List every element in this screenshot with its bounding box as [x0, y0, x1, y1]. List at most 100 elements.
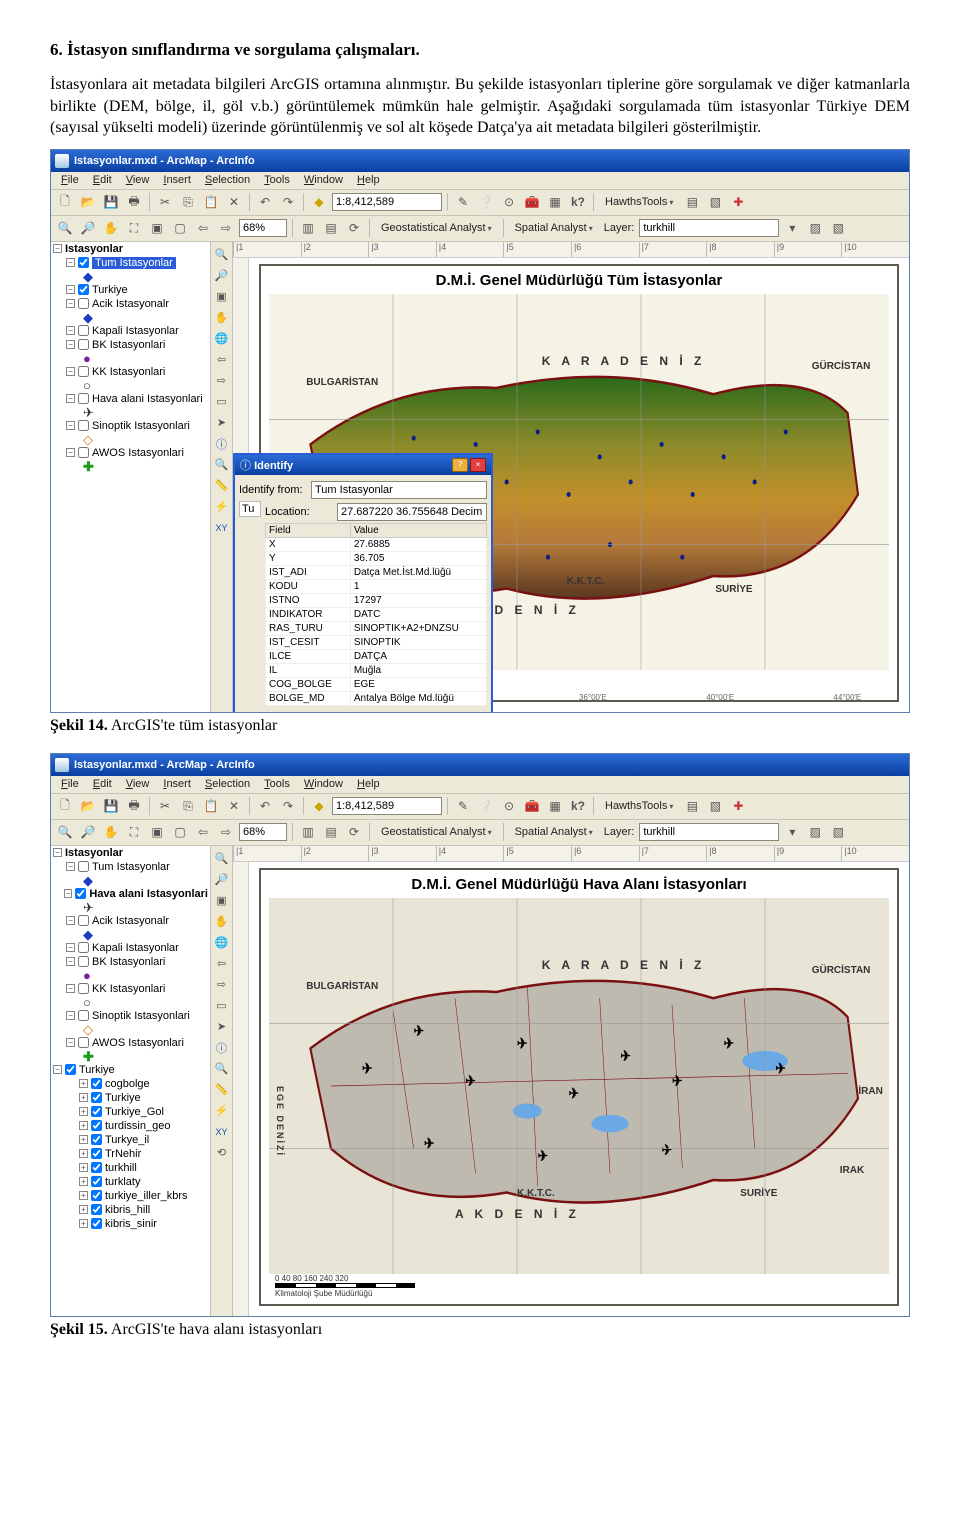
- toc-checkbox[interactable]: [78, 284, 89, 295]
- toc-sublayer[interactable]: kibris_sinir: [105, 1218, 157, 1230]
- menu-tools[interactable]: Tools: [258, 173, 296, 187]
- toc-checkbox[interactable]: [78, 298, 89, 309]
- paste-icon[interactable]: 📋: [201, 192, 221, 212]
- layer-arrow-icon[interactable]: ▾: [782, 822, 802, 842]
- prev-extent-icon[interactable]: ⇦: [193, 218, 213, 238]
- menubar[interactable]: FileEditViewInsertSelectionToolsWindowHe…: [51, 776, 909, 794]
- full-extent-tool-icon[interactable]: 🌐: [213, 934, 231, 952]
- rotate-tool-icon[interactable]: ⟲: [213, 1144, 231, 1162]
- spatial-menu[interactable]: Spatial Analyst: [509, 823, 599, 841]
- menu-help[interactable]: Help: [351, 777, 386, 791]
- geostat-menu[interactable]: Geostatistical Analyst: [375, 219, 498, 237]
- toolbox-icon[interactable]: 🧰: [522, 192, 542, 212]
- new-doc-icon[interactable]: 🗋: [55, 796, 75, 816]
- toc-checkbox[interactable]: [78, 420, 89, 431]
- zoom-out-tool-icon[interactable]: 🔎: [213, 267, 231, 285]
- layer-tool1-icon[interactable]: ▨: [805, 822, 825, 842]
- toc-sublayer[interactable]: cogbolge: [105, 1078, 150, 1090]
- toc-layer[interactable]: Sinoptik Istasyonlari: [92, 1010, 190, 1022]
- pan-tool-icon[interactable]: ✋: [213, 913, 231, 931]
- toc-sublayer[interactable]: kibris_hill: [105, 1204, 150, 1216]
- next-tool-icon[interactable]: ⇨: [213, 372, 231, 390]
- menu-window[interactable]: Window: [298, 173, 349, 187]
- zoom-pct-input[interactable]: [239, 823, 287, 841]
- hawths-icon3[interactable]: ✚: [728, 796, 748, 816]
- toc-checkbox[interactable]: [78, 257, 89, 268]
- toc-sublayer[interactable]: turkiye_iller_kbrs: [105, 1190, 188, 1202]
- menubar[interactable]: FileEditViewInsertSelectionToolsWindowHe…: [51, 172, 909, 190]
- toc-layer[interactable]: Kapali Istasyonlar: [92, 325, 179, 337]
- toc-root[interactable]: Istasyonlar: [65, 847, 123, 859]
- location-field[interactable]: [337, 503, 487, 521]
- turkiye-group-checkbox[interactable]: [65, 1064, 76, 1075]
- menu-selection[interactable]: Selection: [199, 777, 256, 791]
- zoom-out-icon[interactable]: 🔎: [78, 218, 98, 238]
- find-tool-icon[interactable]: 🔍: [213, 456, 231, 474]
- fixed-zoom-in-icon[interactable]: ▣: [147, 218, 167, 238]
- catalog-icon[interactable]: ▦: [545, 192, 565, 212]
- toc-sublayer[interactable]: TrNehir: [105, 1148, 141, 1160]
- editor-icon[interactable]: ✎: [453, 192, 473, 212]
- toc-layer[interactable]: Hava alani Istasyonlari: [89, 888, 208, 900]
- toc-layer[interactable]: KK Istasyonlari: [92, 983, 165, 995]
- menu-file[interactable]: File: [55, 173, 85, 187]
- toc-sublayer[interactable]: turdissin_geo: [105, 1120, 170, 1132]
- toc-checkbox[interactable]: [91, 1176, 102, 1187]
- geostat-menu[interactable]: Geostatistical Analyst: [375, 823, 498, 841]
- pan-icon[interactable]: ✋: [101, 822, 121, 842]
- layer-dropdown[interactable]: [639, 823, 779, 841]
- hawths-icon2[interactable]: ▧: [705, 192, 725, 212]
- toc-checkbox[interactable]: [78, 1037, 89, 1048]
- toc-checkbox[interactable]: [78, 366, 89, 377]
- toc-sublayer[interactable]: turkhill: [105, 1162, 137, 1174]
- select-tool-icon[interactable]: ▭: [213, 997, 231, 1015]
- toc-layer[interactable]: AWOS Istasyonlari: [92, 447, 184, 459]
- print-icon[interactable]: 🖶: [124, 192, 144, 212]
- toc-sublayer[interactable]: turklaty: [105, 1176, 140, 1188]
- toc-checkbox[interactable]: [78, 393, 89, 404]
- toc-sublayer[interactable]: Turkye_il: [105, 1134, 149, 1146]
- hawths-icon2[interactable]: ▧: [705, 796, 725, 816]
- map-layout-view[interactable]: |1|2|3|4|5|6|7|8|9|10 D.M.İ. Genel Müdür…: [233, 242, 909, 712]
- paste-icon[interactable]: 📋: [201, 796, 221, 816]
- save-icon[interactable]: 💾: [101, 192, 121, 212]
- tools-toolbar[interactable]: 🔍 🔎 ▣ ✋ 🌐 ⇦ ⇨ ▭ ➤ ⓘ 🔍 📏 ⚡ XY ⟲: [211, 846, 233, 1316]
- toc-checkbox[interactable]: [75, 888, 86, 899]
- save-icon[interactable]: 💾: [101, 796, 121, 816]
- toc-root[interactable]: Istasyonlar: [65, 243, 123, 255]
- toc-checkbox[interactable]: [91, 1078, 102, 1089]
- full-extent-icon[interactable]: ⛶: [124, 218, 144, 238]
- undo-icon[interactable]: ↶: [255, 192, 275, 212]
- next-tool-icon[interactable]: ⇨: [213, 976, 231, 994]
- table-of-contents[interactable]: −Istasyonlar −Tum Istasyonlar◆−Turkiye−A…: [51, 242, 211, 712]
- find-tool-icon[interactable]: 🔍: [213, 1060, 231, 1078]
- whatsthis-icon[interactable]: k?: [568, 192, 588, 212]
- cut-icon[interactable]: ✂: [155, 796, 175, 816]
- layer-tool1-icon[interactable]: ▨: [805, 218, 825, 238]
- toc-layer[interactable]: BK Istasyonlari: [92, 956, 165, 968]
- hyperlink-tool-icon[interactable]: ⚡: [213, 498, 231, 516]
- hyperlink-tool-icon[interactable]: ⚡: [213, 1102, 231, 1120]
- hawths-icon3[interactable]: ✚: [728, 192, 748, 212]
- fixed-zoom-icon[interactable]: ▣: [213, 288, 231, 306]
- layer-dropdown[interactable]: [639, 219, 779, 237]
- prev-tool-icon[interactable]: ⇦: [213, 351, 231, 369]
- toc-layer[interactable]: Sinoptik Istasyonlari: [92, 420, 190, 432]
- map-layout-view[interactable]: |1|2|3|4|5|6|7|8|9|10 D.M.İ. Genel Müdür…: [233, 846, 909, 1316]
- full-extent-tool-icon[interactable]: 🌐: [213, 330, 231, 348]
- data-view-icon[interactable]: ▥: [298, 822, 318, 842]
- help-pointer-icon[interactable]: ❔: [476, 796, 496, 816]
- toc-layer[interactable]: Tum Istasyonlar: [92, 257, 176, 269]
- toc-checkbox[interactable]: [78, 339, 89, 350]
- copy-icon[interactable]: ⎘: [178, 796, 198, 816]
- xy-tool-icon[interactable]: XY: [213, 1123, 231, 1141]
- pointer-tool-icon[interactable]: ➤: [213, 414, 231, 432]
- prev-tool-icon[interactable]: ⇦: [213, 955, 231, 973]
- toc-checkbox[interactable]: [91, 1106, 102, 1117]
- fixed-zoom-out-icon[interactable]: ▢: [170, 218, 190, 238]
- toc-checkbox[interactable]: [91, 1204, 102, 1215]
- toc-checkbox[interactable]: [91, 1092, 102, 1103]
- cut-icon[interactable]: ✂: [155, 192, 175, 212]
- menu-tools[interactable]: Tools: [258, 777, 296, 791]
- toc-sublayer[interactable]: Turkiye_Gol: [105, 1106, 164, 1118]
